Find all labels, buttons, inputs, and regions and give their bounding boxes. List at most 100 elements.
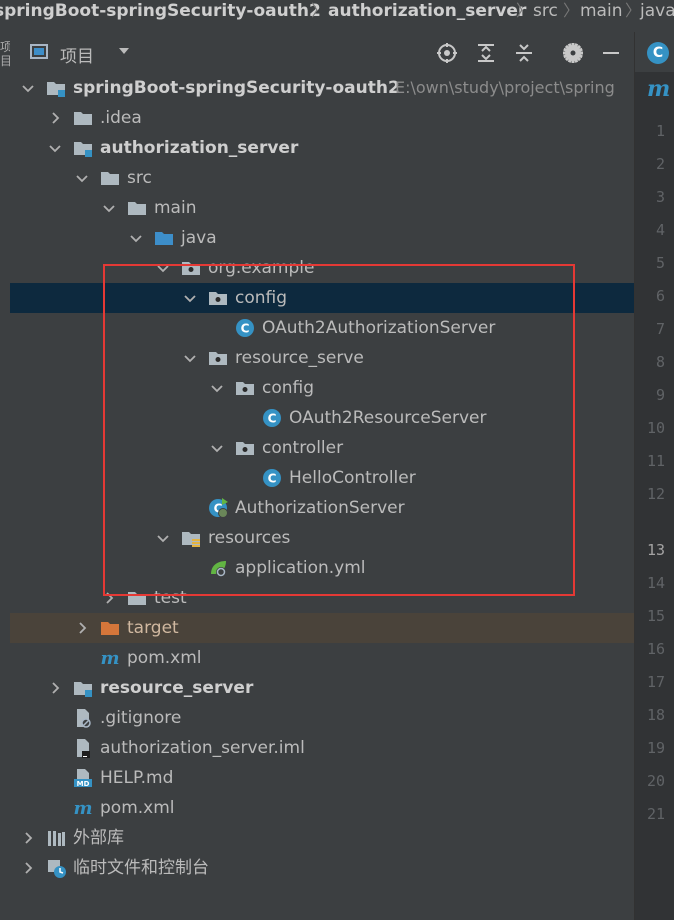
project-panel-icon (30, 44, 48, 59)
collapse-all-icon[interactable] (513, 42, 535, 64)
chevron-down-icon[interactable] (182, 350, 198, 366)
tree-item[interactable]: .gitignore (10, 703, 634, 733)
tree-item[interactable]: MD HELP.md (10, 763, 634, 793)
folder-icon (74, 112, 92, 125)
project-panel-title[interactable]: 项目 (60, 42, 94, 67)
line-number: 16 (646, 640, 665, 658)
chevron-down-icon[interactable] (47, 140, 63, 156)
chevron-right-icon[interactable] (101, 590, 117, 606)
tree-item-label: OAuth2AuthorizationServer (262, 318, 496, 338)
tree-item[interactable]: resource_serve (10, 343, 634, 373)
breadcrumb-item[interactable]: java (640, 0, 674, 22)
line-number: 11 (646, 452, 665, 470)
module-folder-icon (74, 142, 92, 157)
breadcrumb-item[interactable]: main (580, 0, 622, 22)
line-number: 14 (646, 574, 665, 592)
tree-item[interactable]: test (10, 583, 634, 613)
locate-icon[interactable] (436, 42, 458, 64)
line-number: 12 (646, 485, 665, 503)
tree-item[interactable]: C OAuth2ResourceServer (10, 403, 634, 433)
view-dropdown-chevron-down-icon[interactable] (116, 43, 132, 59)
tree-item[interactable]: main (10, 193, 634, 223)
tree-item[interactable]: config (10, 283, 634, 313)
tree-item-label: resources (208, 528, 291, 548)
chevron-down-icon[interactable] (101, 200, 117, 216)
tree-item[interactable]: config (10, 373, 634, 403)
tree-item[interactable]: C HelloController (10, 463, 634, 493)
tree-item-label: authorization_server (100, 138, 299, 158)
markdown-file-icon: MD (74, 769, 92, 788)
tree-item[interactable]: 外部库 (10, 823, 634, 853)
chevron-down-icon[interactable] (155, 260, 171, 276)
line-number: 9 (655, 386, 665, 404)
line-number: 2 (655, 155, 665, 173)
tree-item[interactable]: controller (10, 433, 634, 463)
tree-item[interactable]: resource_server (10, 673, 634, 703)
tree-item[interactable]: m pom.xml (10, 643, 634, 673)
tree-item-label: pom.xml (127, 648, 202, 668)
tree-item[interactable]: C OAuth2AuthorizationServer (10, 313, 634, 343)
breadcrumb-item[interactable]: authorization_server (328, 0, 526, 22)
tree-item[interactable]: target (10, 613, 634, 643)
tree-item-label: resource_server (100, 678, 254, 698)
project-panel-toolbar: 项目 (10, 32, 634, 72)
tree-item[interactable]: authorization_server.iml (10, 733, 634, 763)
chevron-down-icon[interactable] (20, 80, 36, 96)
tree-item[interactable]: m pom.xml (10, 793, 634, 823)
tree-item[interactable]: java (10, 223, 634, 253)
tree-item-label: main (154, 198, 197, 218)
tree-item-label: HELP.md (100, 768, 174, 788)
tree-item[interactable]: springBoot-springSecurity-oauth2 E:\own\s… (10, 73, 634, 103)
breadcrumb-separator: 〉 (625, 1, 642, 20)
tree-item[interactable]: C AuthorizationServer (10, 493, 634, 523)
tree-item-label: .idea (100, 108, 142, 128)
line-number: 13 (646, 541, 665, 559)
expand-all-icon[interactable] (475, 42, 497, 64)
tree-item-label: authorization_server.iml (100, 738, 305, 758)
chevron-right-icon[interactable] (47, 680, 63, 696)
svg-text:C: C (268, 412, 277, 426)
breadcrumb-separator: 〉 (563, 1, 580, 20)
line-number: 6 (655, 287, 665, 305)
minimize-icon[interactable] (600, 42, 622, 64)
package-icon (182, 262, 200, 275)
chevron-down-icon[interactable] (182, 290, 198, 306)
tree-item[interactable]: src (10, 163, 634, 193)
resources-folder-icon (182, 532, 200, 547)
chevron-down-icon[interactable] (209, 440, 225, 456)
java-class-tab-icon[interactable]: C (647, 42, 669, 64)
maven-icon: m (73, 798, 92, 818)
chevron-down-icon[interactable] (209, 380, 225, 396)
editor-tab-strip: C (634, 32, 674, 72)
iml-file-icon (77, 739, 90, 758)
breadcrumb-item[interactable]: springBoot-springSecurity-oauth2 (0, 0, 321, 22)
tree-item-label: pom.xml (100, 798, 175, 818)
svg-text:m: m (100, 648, 119, 668)
package-icon (209, 352, 227, 365)
folder-icon (128, 592, 146, 605)
line-number: 17 (646, 673, 665, 691)
tree-item[interactable]: .idea (10, 103, 634, 133)
chevron-right-icon[interactable] (20, 830, 36, 846)
scratches-icon (48, 860, 66, 878)
excluded-folder-icon (101, 622, 119, 635)
chevron-right-icon[interactable] (20, 860, 36, 876)
tree-item-path: E:\own\study\project\spring (395, 78, 615, 97)
source-folder-icon (155, 232, 173, 245)
chevron-right-icon[interactable] (47, 110, 63, 126)
tree-item[interactable]: resources (10, 523, 634, 553)
line-number: 10 (646, 419, 665, 437)
tree-item[interactable]: authorization_server (10, 133, 634, 163)
tree-item[interactable]: org.example (10, 253, 634, 283)
tree-item-label: 临时文件和控制台 (73, 858, 209, 878)
spring-config-icon (211, 561, 226, 577)
gear-icon[interactable] (562, 42, 584, 64)
tree-item[interactable]: application.yml (10, 553, 634, 583)
chevron-down-icon[interactable] (74, 170, 90, 186)
chevron-down-icon[interactable] (155, 530, 171, 546)
breadcrumb-item[interactable]: src (533, 0, 558, 22)
chevron-down-icon[interactable] (128, 230, 144, 246)
tree-item[interactable]: 临时文件和控制台 (10, 853, 634, 883)
project-tool-tab[interactable]: 项目 (0, 40, 12, 68)
chevron-right-icon[interactable] (74, 620, 90, 636)
